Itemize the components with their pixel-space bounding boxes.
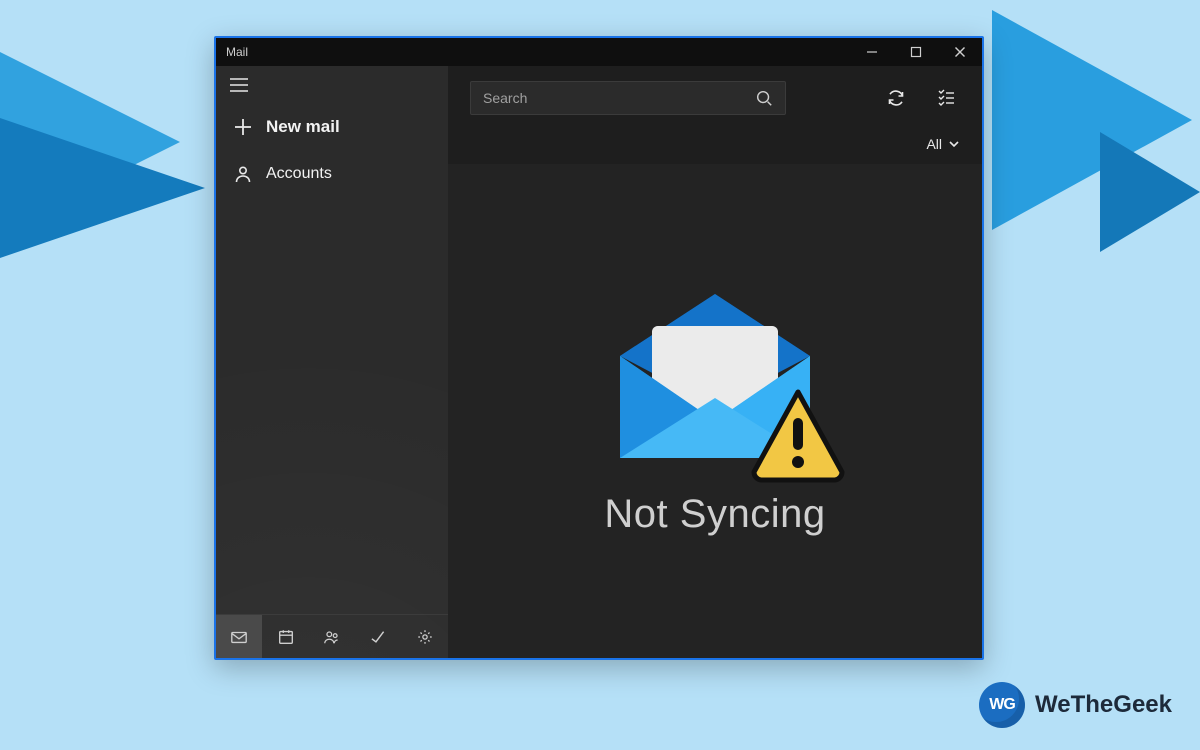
message-list-empty-state: Not Syncing bbox=[448, 164, 982, 658]
search-icon bbox=[755, 89, 773, 107]
window-title: Mail bbox=[226, 45, 248, 59]
hamburger-button[interactable] bbox=[216, 66, 448, 105]
brand-watermark: WG WeTheGeek bbox=[979, 682, 1172, 728]
brand-badge-text: WG bbox=[989, 696, 1015, 714]
nav-mail-button[interactable] bbox=[216, 615, 262, 658]
calendar-icon bbox=[277, 628, 295, 646]
new-mail-label: New mail bbox=[266, 117, 340, 137]
title-bar: Mail bbox=[216, 38, 982, 66]
sync-button[interactable] bbox=[878, 80, 914, 116]
brand-badge: WG bbox=[979, 682, 1025, 728]
close-button[interactable] bbox=[938, 38, 982, 66]
plus-icon bbox=[234, 118, 252, 136]
maximize-button[interactable] bbox=[894, 38, 938, 66]
main-panel: All bbox=[448, 66, 982, 658]
bg-triangle-2 bbox=[0, 118, 205, 258]
filter-dropdown[interactable]: All bbox=[448, 130, 982, 164]
hamburger-icon bbox=[230, 78, 248, 92]
minimize-button[interactable] bbox=[850, 38, 894, 66]
people-icon bbox=[323, 628, 341, 646]
mail-icon bbox=[230, 628, 248, 646]
mail-app-window: Mail bbox=[214, 36, 984, 660]
gear-icon bbox=[416, 628, 434, 646]
minimize-icon bbox=[866, 46, 878, 58]
chevron-down-icon bbox=[948, 138, 960, 150]
person-icon bbox=[234, 165, 252, 183]
status-message: Not Syncing bbox=[604, 492, 825, 537]
brand-name: WeTheGeek bbox=[1035, 691, 1172, 719]
filter-label: All bbox=[926, 136, 942, 152]
accounts-button[interactable]: Accounts bbox=[216, 149, 448, 195]
sidebar: New mail Accounts bbox=[216, 66, 448, 658]
accounts-label: Accounts bbox=[266, 165, 332, 183]
toolbar bbox=[448, 66, 982, 130]
search-box[interactable] bbox=[470, 81, 786, 115]
checklist-icon bbox=[936, 88, 956, 108]
selection-mode-button[interactable] bbox=[928, 80, 964, 116]
warning-badge bbox=[748, 384, 848, 484]
nav-calendar-button[interactable] bbox=[262, 615, 308, 658]
close-icon bbox=[954, 46, 966, 58]
nav-people-button[interactable] bbox=[309, 615, 355, 658]
maximize-icon bbox=[910, 46, 922, 58]
refresh-icon bbox=[886, 88, 906, 108]
new-mail-button[interactable]: New mail bbox=[216, 105, 448, 149]
search-input[interactable] bbox=[483, 90, 755, 106]
warning-icon bbox=[748, 384, 848, 484]
sidebar-bottom-bar bbox=[216, 614, 448, 658]
nav-todo-button[interactable] bbox=[355, 615, 401, 658]
todo-icon bbox=[369, 628, 387, 646]
mail-hero-illustration bbox=[600, 286, 830, 466]
nav-settings-button[interactable] bbox=[402, 615, 448, 658]
bg-triangle-4 bbox=[1100, 132, 1200, 252]
